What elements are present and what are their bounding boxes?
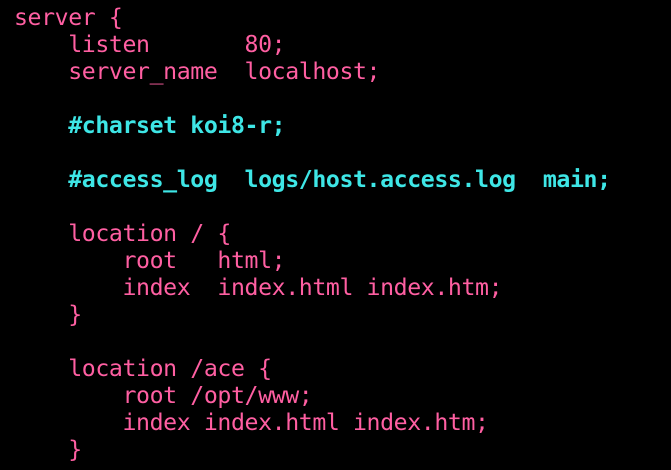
- comment-line-access-log: #access_log logs/host.access.log main;: [14, 166, 611, 193]
- code-line-location-root-open: location / {: [14, 220, 231, 247]
- code-line-location-ace-open: location /ace {: [14, 355, 272, 382]
- code-line-root-html: root html;: [14, 247, 286, 274]
- code-line-root-opt-www: root /opt/www;: [14, 382, 313, 409]
- comment-line-charset: #charset koi8-r;: [14, 112, 286, 139]
- code-line-location-ace-close: }: [14, 436, 82, 463]
- code-line-index: index index.html index.htm;: [14, 274, 503, 301]
- terminal-editor[interactable]: server { listen 80; server_name localhos…: [0, 0, 671, 470]
- code-line-location-close: }: [14, 301, 82, 328]
- code-line-index-ace: index index.html index.htm;: [14, 409, 489, 436]
- code-line-server-open: server {: [14, 4, 123, 31]
- code-line-listen: listen 80;: [14, 31, 286, 58]
- code-line-server-name: server_name localhost;: [14, 58, 381, 85]
